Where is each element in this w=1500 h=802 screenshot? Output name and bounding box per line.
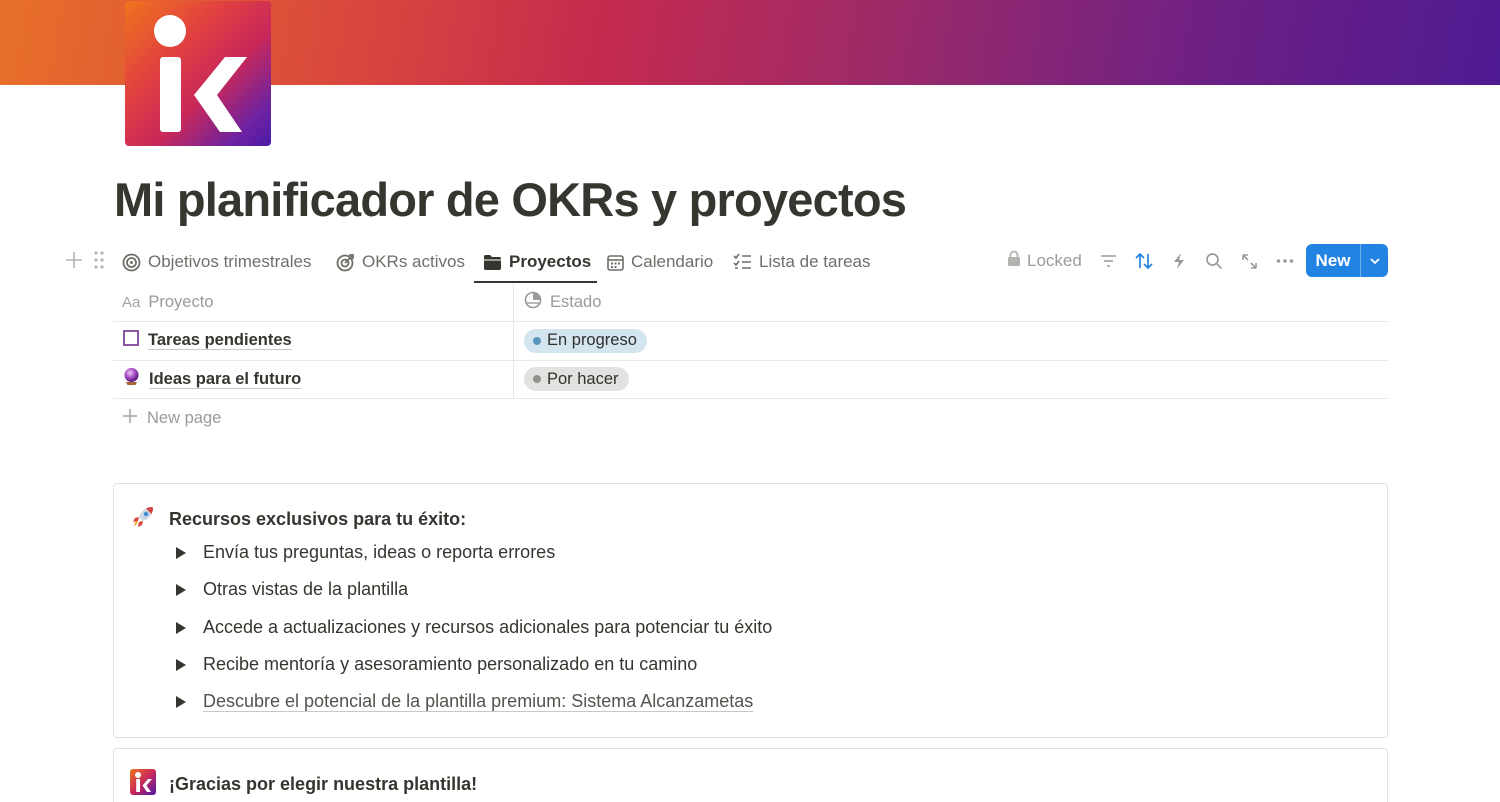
thanks-callout: ¡Gracias por elegir nuestra plantilla! bbox=[113, 748, 1388, 802]
column-label: Proyecto bbox=[148, 293, 214, 311]
row-title-cell[interactable]: Ideas para el futuro bbox=[113, 360, 514, 398]
text-property-icon: Aa bbox=[122, 294, 141, 311]
plus-icon bbox=[122, 408, 138, 429]
view-tabs-bar: Objetivos trimestrales OKRs activos Proy… bbox=[60, 240, 1390, 284]
new-button[interactable]: New bbox=[1306, 251, 1360, 271]
tab-calendario[interactable]: Calendario bbox=[607, 240, 713, 284]
table-row[interactable]: Ideas para el futuro Por hacer bbox=[113, 360, 1388, 399]
drag-handle-icon[interactable] bbox=[93, 250, 105, 275]
locked-label: Locked bbox=[1027, 251, 1082, 270]
locked-indicator[interactable]: Locked bbox=[1007, 249, 1082, 273]
toggle-label: Accede a actualizaciones y recursos adic… bbox=[203, 617, 773, 637]
status-dot bbox=[533, 375, 541, 384]
status-label: En progreso bbox=[547, 331, 637, 350]
row-status-cell[interactable]: En progreso bbox=[514, 322, 1388, 360]
tab-objetivos-trimestrales[interactable]: Objetivos trimestrales bbox=[122, 240, 311, 284]
toggle-arrow-icon[interactable] bbox=[176, 546, 186, 559]
projects-table: Aa Proyecto Estado Tareas pendientes En … bbox=[113, 284, 1388, 399]
callout-heading: ¡Gracias por elegir nuestra plantilla! bbox=[130, 769, 477, 800]
callout-title: ¡Gracias por elegir nuestra plantilla! bbox=[169, 774, 478, 794]
status-badge[interactable]: En progreso bbox=[524, 328, 647, 353]
checklist-icon bbox=[733, 253, 752, 271]
crystal-ball-icon bbox=[122, 367, 141, 391]
square-outline-icon bbox=[122, 329, 140, 352]
folder-icon bbox=[483, 254, 502, 271]
tab-label: Calendario bbox=[631, 252, 714, 271]
callout-title: Recursos exclusivos para tu éxito: bbox=[169, 509, 467, 529]
tab-label: OKRs activos bbox=[362, 252, 465, 271]
tab-lista-de-tareas[interactable]: Lista de tareas bbox=[733, 240, 871, 284]
tab-label: Objetivos trimestrales bbox=[148, 252, 312, 271]
tab-okrs-activos[interactable]: OKRs activos bbox=[336, 240, 465, 284]
lightning-icon[interactable] bbox=[1172, 249, 1186, 273]
toggle-item[interactable]: Descubre el potencial de la plantilla pr… bbox=[176, 691, 753, 712]
row-title[interactable]: Tareas pendientes bbox=[148, 331, 292, 350]
toggle-item[interactable]: Accede a actualizaciones y recursos adic… bbox=[176, 617, 772, 638]
toggle-item[interactable]: Recibe mentoría y asesoramiento personal… bbox=[176, 654, 697, 675]
status-label: Por hacer bbox=[547, 369, 619, 388]
toggle-label: Envía tus preguntas, ideas o reporta err… bbox=[203, 542, 556, 562]
bullseye-icon bbox=[336, 253, 355, 272]
filter-icon[interactable] bbox=[1100, 249, 1117, 273]
sort-icon[interactable] bbox=[1134, 249, 1154, 273]
resources-callout: Recursos exclusivos para tu éxito: Envía… bbox=[113, 483, 1388, 738]
target-circle-icon bbox=[122, 253, 141, 272]
page-title[interactable]: Mi planificador de OKRs y proyectos bbox=[114, 172, 907, 227]
toggle-arrow-icon[interactable] bbox=[176, 658, 186, 671]
status-dot bbox=[533, 336, 541, 345]
toggle-arrow-icon[interactable] bbox=[176, 621, 186, 634]
table-row[interactable]: Tareas pendientes En progreso bbox=[113, 322, 1388, 361]
status-icon bbox=[524, 291, 542, 314]
search-icon[interactable] bbox=[1205, 249, 1223, 273]
column-header-proyecto[interactable]: Aa Proyecto bbox=[113, 284, 514, 321]
toggle-item[interactable]: Envía tus preguntas, ideas o reporta err… bbox=[176, 542, 555, 563]
new-button-group: New bbox=[1306, 244, 1388, 277]
toggle-item[interactable]: Otras vistas de la plantilla bbox=[176, 579, 408, 600]
active-tab-indicator bbox=[474, 281, 597, 283]
row-title[interactable]: Ideas para el futuro bbox=[149, 370, 301, 389]
status-badge[interactable]: Por hacer bbox=[524, 367, 629, 392]
toggle-arrow-icon[interactable] bbox=[176, 583, 186, 596]
lock-icon bbox=[1007, 250, 1021, 272]
toggle-label: Recibe mentoría y asesoramiento personal… bbox=[203, 654, 698, 674]
expand-icon[interactable] bbox=[1241, 249, 1258, 273]
callout-heading: Recursos exclusivos para tu éxito: bbox=[130, 504, 466, 535]
calendar-icon bbox=[607, 254, 624, 271]
toggle-label: Otras vistas de la plantilla bbox=[203, 579, 409, 599]
tab-proyectos[interactable]: Proyectos bbox=[483, 240, 591, 284]
add-block-icon[interactable] bbox=[65, 250, 83, 275]
chevron-down-icon[interactable] bbox=[1361, 257, 1388, 265]
rocket-icon[interactable] bbox=[130, 504, 156, 535]
ik-logo-icon[interactable] bbox=[125, 1, 271, 146]
tab-label: Lista de tareas bbox=[759, 252, 871, 271]
premium-template-link[interactable]: Descubre el potencial de la plantilla pr… bbox=[203, 691, 753, 712]
more-icon[interactable] bbox=[1276, 249, 1294, 273]
new-page-label: New page bbox=[147, 409, 222, 427]
ik-logo-icon[interactable] bbox=[130, 769, 156, 800]
table-header: Aa Proyecto Estado bbox=[113, 284, 1388, 322]
new-page-button[interactable]: New page bbox=[122, 408, 221, 429]
tab-label: Proyectos bbox=[509, 252, 592, 271]
row-status-cell[interactable]: Por hacer bbox=[514, 361, 1388, 399]
column-label: Estado bbox=[550, 293, 602, 311]
column-header-estado[interactable]: Estado bbox=[514, 284, 1388, 321]
toggle-arrow-icon[interactable] bbox=[176, 695, 186, 708]
row-title-cell[interactable]: Tareas pendientes bbox=[113, 322, 514, 360]
